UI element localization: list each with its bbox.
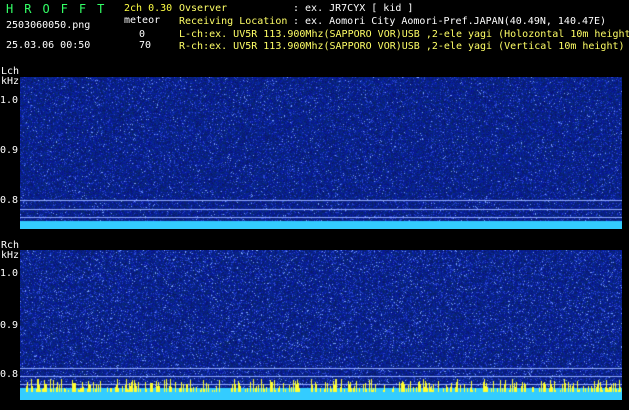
rch-receiver-info: R-ch:ex. UV5R 113.900Mhz(SAPPORO VOR)USB…	[179, 41, 625, 52]
file-name: 2503060050.png	[6, 20, 91, 31]
rch-spectrogram	[20, 250, 622, 400]
observer-label: Ovserver	[179, 3, 228, 14]
lch-ytick-3: 0.8	[0, 195, 19, 206]
rch-unit: kHz	[1, 250, 20, 261]
meteor-label: meteor	[124, 15, 161, 26]
lch-unit: kHz	[1, 76, 20, 87]
lch-ytick-2: 0.9	[0, 145, 19, 156]
lch-spectrogram	[20, 77, 622, 229]
rch-ytick-2: 0.9	[0, 320, 19, 331]
location-row: Receiving Location : ex. Aomori City Aomo…	[179, 17, 606, 27]
lch-receiver-info: L-ch:ex. UV5R 113.900Mhz(SAPPORO VOR)USB…	[179, 29, 629, 40]
app-title: HROFFT	[6, 2, 116, 16]
rch-meteor-count: 70	[139, 40, 152, 51]
location-value: : ex. Aomori City Aomori-Pref.JAPAN(40.4…	[293, 16, 607, 27]
location-label: Receiving Location	[179, 16, 288, 27]
observer-row: Ovserver : ex. JR7CYX [ kid ]	[179, 4, 413, 14]
observer-value: : ex. JR7CYX [ kid ]	[293, 3, 414, 14]
date-time: 25.03.06 00:50	[6, 40, 91, 51]
lch-meteor-count: 0	[139, 29, 146, 40]
lch-spectrogram-canvas	[20, 77, 622, 229]
lch-ytick-1: 1.0	[0, 95, 19, 106]
rch-ytick-3: 0.8	[0, 369, 19, 380]
mode-label: 2ch 0.30	[124, 3, 173, 14]
rch-ytick-1: 1.0	[0, 268, 19, 279]
rch-spectrogram-canvas	[20, 250, 622, 400]
